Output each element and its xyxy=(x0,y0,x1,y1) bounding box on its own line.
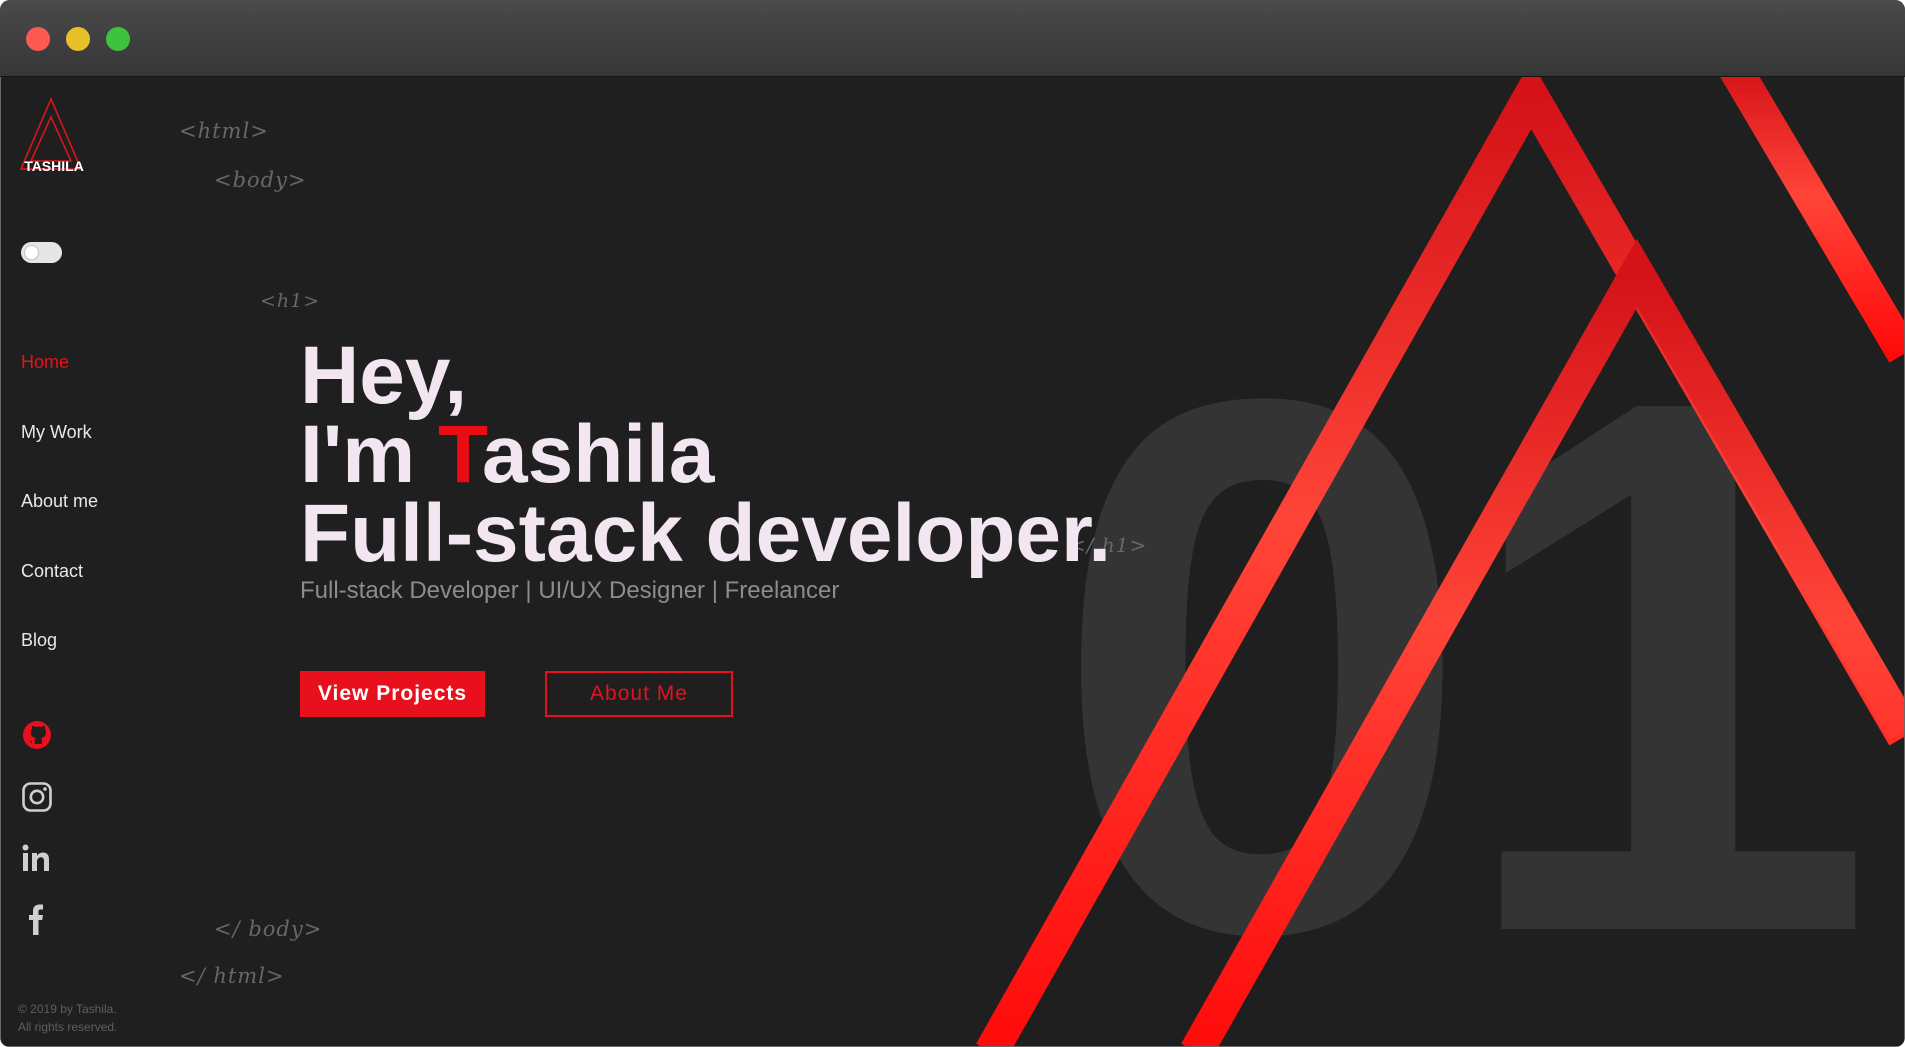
code-tag-html-close: </ html> xyxy=(179,964,285,988)
hero-greeting: Hey, xyxy=(300,330,468,421)
code-tag-h1-open: <h1> xyxy=(260,290,321,312)
nav-item-contact[interactable]: Contact xyxy=(21,561,83,582)
nav-item-home[interactable]: Home xyxy=(21,352,69,373)
hero-name-prefix: I'm xyxy=(300,409,438,500)
toggle-knob xyxy=(25,246,38,259)
code-tag-html-open: <html> xyxy=(179,119,269,143)
facebook-icon[interactable] xyxy=(21,903,53,935)
hero-name-rest: ashila xyxy=(482,409,715,500)
github-icon[interactable] xyxy=(21,719,53,751)
browser-window: 01 <html> <body> <h1> </ h1> </ body> </… xyxy=(0,0,1905,1047)
page-viewport: 01 <html> <body> <h1> </ h1> </ body> </… xyxy=(1,77,1904,1046)
about-me-button[interactable]: About Me xyxy=(545,671,733,717)
nav-item-blog[interactable]: Blog xyxy=(21,630,57,651)
code-tag-body-open: <body> xyxy=(214,168,307,192)
hero-subtitle: Full-stack Developer | UI/UX Designer | … xyxy=(300,577,840,604)
hero-name-accent-letter: T xyxy=(437,409,482,500)
theme-toggle[interactable] xyxy=(21,242,62,263)
zoom-window-button[interactable] xyxy=(106,27,130,51)
window-titlebar xyxy=(0,0,1905,77)
view-projects-button[interactable]: View Projects xyxy=(300,671,485,717)
instagram-icon[interactable] xyxy=(21,781,53,813)
code-tag-body-close: </ body> xyxy=(214,917,323,941)
copyright-line: © 2019 by Tashila. xyxy=(18,1002,117,1016)
rights-line: All rights reserved. xyxy=(18,1020,118,1034)
brand-name: TASHILA xyxy=(24,158,84,174)
hero-name: I'm Tashila xyxy=(300,414,714,496)
nav-item-about-me[interactable]: About me xyxy=(21,491,98,512)
close-window-button[interactable] xyxy=(26,27,50,51)
hero-role: Full-stack developer. xyxy=(300,488,1112,579)
minimize-window-button[interactable] xyxy=(66,27,90,51)
linkedin-icon[interactable] xyxy=(21,843,53,875)
nav-item-my-work[interactable]: My Work xyxy=(21,422,92,443)
